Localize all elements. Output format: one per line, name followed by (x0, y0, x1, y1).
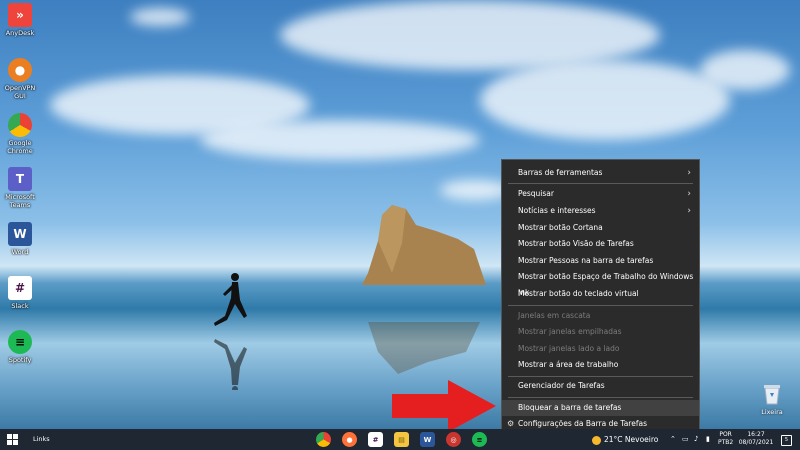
menu-item-search[interactable]: Pesquisar › (502, 186, 699, 202)
spotify-icon: ≡ (8, 330, 32, 354)
rock-reflection (368, 322, 480, 374)
spotify-taskbar-icon[interactable]: ≡ (472, 432, 487, 447)
recycle-bin-icon (764, 385, 780, 405)
cloud (700, 50, 790, 90)
firefox-taskbar-icon[interactable]: ● (342, 432, 357, 447)
menu-separator (508, 183, 693, 184)
menu-separator (508, 376, 693, 377)
menu-item-cascade-windows: Janelas em cascata (518, 311, 591, 320)
word-taskbar-icon[interactable]: W (420, 432, 435, 447)
desktop-icon-spotify[interactable]: ≡ Spotify (4, 330, 36, 364)
menu-item-show-task-view[interactable]: Mostrar botão Visão de Tarefas (502, 236, 699, 252)
desktop-icon-word[interactable]: W Word (4, 222, 36, 256)
menu-item-show-desktop[interactable]: Mostrar a área de trabalho (502, 357, 699, 373)
file-explorer-taskbar-icon[interactable]: ▤ (394, 432, 409, 447)
openvpn-icon: ● (8, 58, 32, 82)
links-toolbar[interactable]: Links (33, 429, 50, 450)
chevron-right-icon: › (687, 206, 691, 216)
chevron-up-icon[interactable]: ⌃ (670, 429, 676, 450)
desktop-icon-openvpn[interactable]: ● OpenVPN GUI (4, 58, 36, 100)
menu-separator (508, 305, 693, 306)
cloud (440, 180, 510, 200)
runner-silhouette (214, 273, 247, 326)
chevron-right-icon: › (687, 168, 691, 178)
notification-center-icon[interactable]: 5 (781, 435, 792, 446)
menu-item-toolbars[interactable]: Barras de ferramentas › (502, 165, 699, 181)
menu-item-task-manager[interactable]: Gerenciador de Tarefas (502, 378, 699, 394)
desktop-icon-anydesk[interactable]: » AnyDesk (4, 3, 36, 37)
menu-item-show-cortana[interactable]: Mostrar botão Cortana (502, 220, 699, 236)
battery-icon[interactable]: ▮ (706, 429, 710, 450)
menu-item-lock-taskbar[interactable]: Bloquear a barra de tarefas (502, 400, 699, 416)
cloud (200, 120, 480, 160)
desktop-icon-recycle-bin[interactable]: Lixeira (758, 383, 786, 416)
anydesk-icon: » (8, 3, 32, 27)
weather-widget[interactable]: 21°C Nevoeiro (592, 429, 658, 450)
word-icon: W (8, 222, 32, 246)
teams-icon: T (8, 167, 32, 191)
network-icon[interactable]: ▭ (682, 429, 689, 450)
menu-item-show-windows-ink[interactable]: Mostrar botão Espaço de Trabalho do Wind… (502, 269, 699, 297)
desktop-icon-slack[interactable]: # Slack (4, 276, 36, 310)
slack-taskbar-icon[interactable]: # (368, 432, 383, 447)
cloud (480, 60, 730, 140)
taskbar-context-menu: Barras de ferramentas › Pesquisar › Notí… (501, 159, 700, 436)
menu-item-news-interests[interactable]: Notícias e interesses › (502, 203, 699, 219)
menu-item-side-by-side-windows: Mostrar janelas lado a lado (518, 344, 620, 353)
system-clock[interactable]: 16:27 08/07/2021 (738, 431, 774, 447)
desktop-icon-chrome[interactable]: Google Chrome (4, 113, 36, 155)
menu-item-show-people[interactable]: Mostrar Pessoas na barra de tarefas (502, 253, 699, 269)
sea-rock (362, 205, 486, 285)
taskbar[interactable]: Links ● # ▤ W ◎ ≡ 21°C Nevoeiro ⌃ ▭ ♪ ▮ … (0, 429, 800, 450)
chrome-icon (8, 113, 32, 137)
menu-item-stacked-windows: Mostrar janelas empilhadas (518, 327, 622, 336)
cloud (130, 8, 190, 26)
windows-start-button[interactable] (7, 434, 18, 445)
red-arrow-annotation (392, 380, 496, 432)
menu-item-show-touch-keyboard[interactable]: Mostrar botão do teclado virtual (502, 286, 699, 302)
language-indicator[interactable]: POR PTB2 (718, 431, 733, 447)
menu-separator (508, 397, 693, 398)
volume-icon[interactable]: ♪ (694, 429, 698, 450)
chrome-taskbar-icon[interactable] (316, 432, 331, 447)
slack-icon: # (8, 276, 32, 300)
chevron-right-icon: › (687, 189, 691, 199)
desktop-icon-teams[interactable]: T Microsoft Teams (4, 167, 36, 209)
app-taskbar-icon[interactable]: ◎ (446, 432, 461, 447)
weather-sun-icon (592, 435, 601, 445)
runner-reflection (214, 339, 247, 390)
